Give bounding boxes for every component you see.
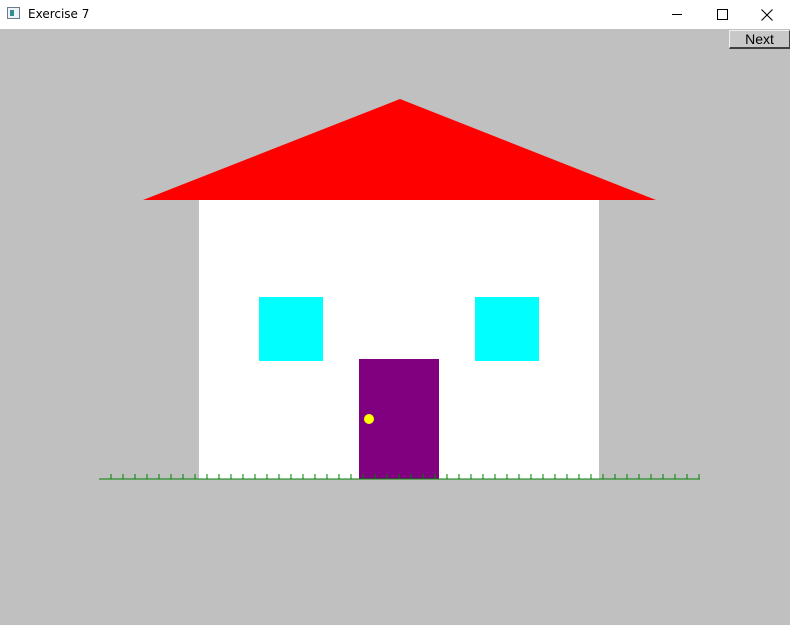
minimize-icon: [672, 14, 682, 15]
app-window: Exercise 7 Next: [0, 0, 790, 620]
window-title: Exercise 7: [28, 7, 90, 21]
close-button[interactable]: [744, 0, 790, 29]
minimize-button[interactable]: [654, 0, 700, 29]
maximize-icon: [716, 9, 728, 20]
maximize-button[interactable]: [699, 0, 745, 29]
title-bar[interactable]: Exercise 7: [0, 0, 790, 29]
grass-line: [99, 474, 700, 480]
house-drawing: [99, 99, 700, 480]
right-window: [475, 297, 539, 361]
door-knob: [364, 414, 374, 424]
left-window: [259, 297, 323, 361]
next-button[interactable]: Next: [729, 30, 790, 49]
drawing-canvas: [0, 29, 790, 620]
app-icon: [7, 7, 20, 19]
close-icon: [761, 8, 773, 21]
roof: [143, 99, 656, 200]
